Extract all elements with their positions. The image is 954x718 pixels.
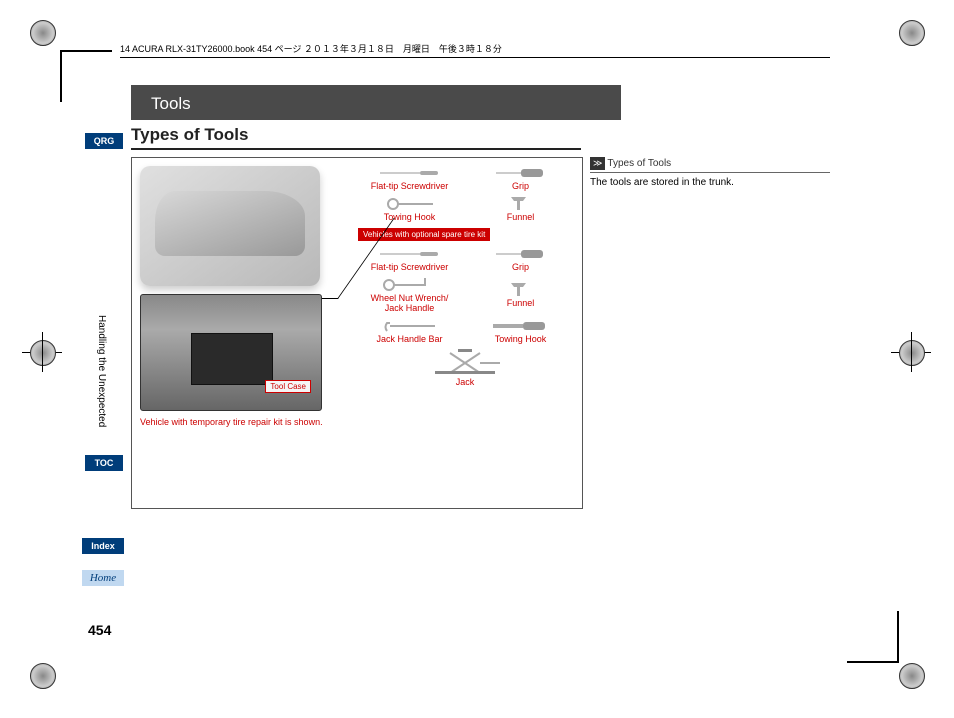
file-header: 14 ACURA RLX-31TY26000.book 454 ページ ２０１３…: [120, 42, 830, 58]
tool-label: Towing Hook: [469, 334, 572, 344]
funnel-icon: [469, 283, 572, 297]
tool-label: Flat-tip Screwdriver: [358, 181, 461, 191]
tool-label: Towing Hook: [358, 212, 461, 222]
tool-label: Funnel: [469, 212, 572, 222]
page-title: Tools: [131, 85, 621, 120]
registration-mark-icon: [30, 663, 60, 693]
tool-case-label: Tool Case: [265, 380, 311, 393]
trunk-illustration: Tool Case: [140, 294, 322, 411]
funnel-icon: [469, 197, 572, 211]
registration-cross-icon: [899, 340, 929, 370]
side-note-title: Types of Tools: [607, 158, 671, 169]
tool-label: Funnel: [469, 298, 572, 308]
crop-mark-icon: [847, 611, 899, 663]
tool-label: Grip: [469, 181, 572, 191]
car-illustration: [140, 166, 320, 286]
tool-label: Flat-tip Screwdriver: [358, 262, 461, 272]
tool-label: Jack: [358, 377, 572, 387]
grip-icon: [469, 247, 572, 261]
side-note-body: The tools are stored in the trunk.: [590, 172, 830, 188]
registration-mark-icon: [899, 20, 929, 50]
diagram-container: Tool Case Vehicle with temporary tire re…: [131, 157, 583, 509]
registration-cross-icon: [30, 340, 60, 370]
chapter-label: Handling the Unexpected: [96, 315, 107, 427]
index-button[interactable]: Index: [82, 538, 124, 554]
screwdriver-icon: [358, 247, 461, 261]
grip-icon: [469, 166, 572, 180]
toc-button[interactable]: TOC: [85, 455, 123, 471]
spare-kit-label: Vehicles with optional spare tire kit: [358, 228, 490, 241]
towing-hook-icon: [358, 197, 461, 211]
note-arrow-icon: ≫: [590, 157, 605, 170]
screwdriver-icon: [358, 166, 461, 180]
towing-hook-icon: [469, 319, 572, 333]
registration-mark-icon: [899, 663, 929, 693]
section-heading: Types of Tools: [131, 125, 581, 150]
side-note: ≫Types of Tools The tools are stored in …: [590, 157, 830, 188]
tool-label: Jack Handle Bar: [358, 334, 461, 344]
registration-mark-icon: [30, 20, 60, 50]
tool-label: Grip: [469, 262, 572, 272]
tool-label: Wheel Nut Wrench/ Jack Handle: [358, 293, 461, 313]
page-number: 454: [88, 622, 111, 638]
qrg-button[interactable]: QRG: [85, 133, 123, 149]
home-button[interactable]: Home: [82, 570, 124, 586]
jack-icon: [358, 348, 572, 376]
crop-mark-icon: [60, 50, 112, 102]
jack-handle-bar-icon: [358, 319, 461, 333]
wrench-icon: [358, 278, 461, 292]
diagram-caption: Vehicle with temporary tire repair kit i…: [140, 417, 340, 429]
